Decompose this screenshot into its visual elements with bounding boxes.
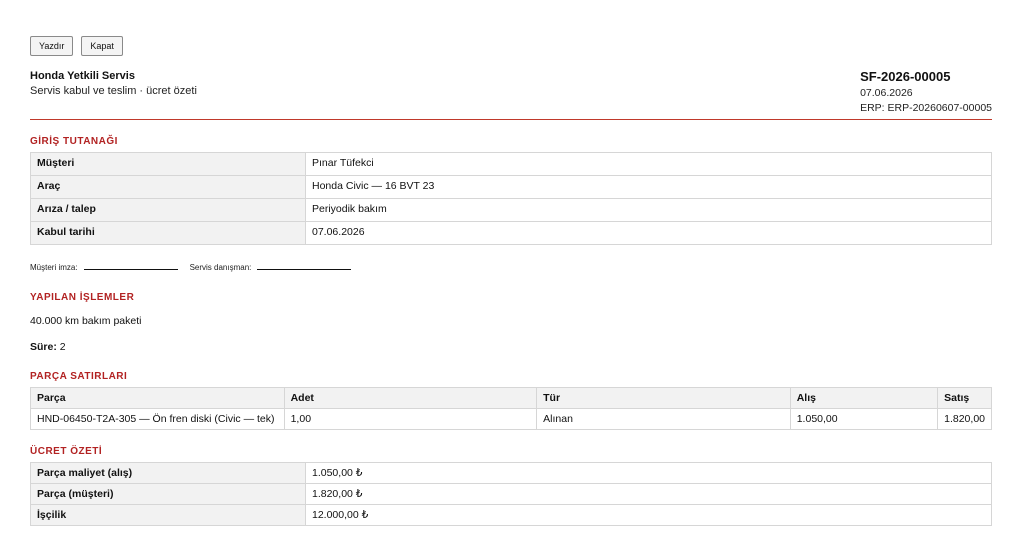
row-value: 12.000,00 ₺ [305, 504, 992, 526]
document-header: Honda Yetkili Servis Servis kabul ve tes… [30, 69, 992, 120]
table-cell: 1,00 [283, 408, 538, 430]
company-block: Honda Yetkili Servis Servis kabul ve tes… [30, 69, 197, 114]
row-label: Kabul tarihi [30, 221, 306, 245]
table-row: İşçilik 12.000,00 ₺ [30, 504, 992, 526]
company-name: Honda Yetkili Servis [30, 70, 135, 82]
column-header: Parça [30, 387, 285, 409]
intake-table: Müşteri Pınar Tüfekci Araç Honda Civic —… [30, 152, 992, 245]
table-row: HND-06450-T2A-305 — Ön fren diski (Civic… [30, 408, 992, 430]
table-row: Araç Honda Civic — 16 BVT 23 [30, 175, 992, 199]
customer-signature-line [83, 261, 178, 270]
summary-table: Parça maliyet (alış) 1.050,00 ₺ Parça (m… [30, 462, 992, 526]
row-label: Parça (müşteri) [30, 483, 306, 505]
action-bar: Yazdır Kapat [30, 36, 992, 56]
table-cell: 1.050,00 [789, 408, 939, 430]
column-header: Satış [937, 387, 992, 409]
parts-table: Parça Adet Tür Alış Satış HND-06450-T2A-… [30, 387, 992, 430]
section-title-summary: ÜCRET ÖZETİ [30, 446, 103, 457]
row-value: 07.06.2026 [305, 221, 992, 245]
customer-signature-label: Müşteri imza: [30, 263, 78, 272]
close-button[interactable]: Kapat [81, 36, 123, 56]
document-subtitle: Servis kabul ve teslim · ücret özeti [30, 85, 197, 97]
row-value: 1.820,00 ₺ [305, 483, 992, 505]
row-value: Honda Civic — 16 BVT 23 [305, 175, 992, 199]
document-meta: SF-2026-00005 07.06.2026 ERP: ERP-202606… [860, 69, 992, 114]
table-cell: Alınan [536, 408, 791, 430]
work-description: 40.000 km bakım paketi [30, 315, 142, 327]
column-header: Alış [789, 387, 939, 409]
erp-reference: ERP: ERP-20260607-00005 [860, 102, 992, 114]
advisor-signature-label: Servis danışman: [189, 263, 252, 272]
section-title-parts: PARÇA SATIRLARI [30, 371, 128, 382]
row-label: Parça maliyet (alış) [30, 462, 306, 484]
duration-value: 2 [59, 341, 66, 353]
work-duration: Süre: 2 [30, 341, 992, 353]
row-label: Müşteri [30, 152, 306, 176]
section-title-work: YAPILAN İŞLEMLER [30, 292, 135, 303]
print-button[interactable]: Yazdır [30, 36, 74, 56]
row-label: İşçilik [30, 504, 306, 526]
service-document: Yazdır Kapat Honda Yetkili Servis Servis… [0, 0, 1024, 526]
table-row: Kabul tarihi 07.06.2026 [30, 221, 992, 245]
signature-lines: Müşteri imza: Servis danışman: [30, 263, 992, 272]
advisor-signature-line [257, 261, 352, 270]
duration-label: Süre: [30, 341, 57, 353]
table-row: Parça maliyet (alış) 1.050,00 ₺ [30, 462, 992, 484]
table-row: Arıza / talep Periyodik bakım [30, 198, 992, 222]
table-cell: HND-06450-T2A-305 — Ön fren diski (Civic… [30, 408, 285, 430]
document-number: SF-2026-00005 [860, 69, 951, 84]
column-header: Adet [283, 387, 538, 409]
row-label: Araç [30, 175, 306, 199]
row-value: Pınar Tüfekci [305, 152, 992, 176]
document-date: 07.06.2026 [860, 87, 913, 99]
table-header-row: Parça Adet Tür Alış Satış [30, 387, 992, 409]
column-header: Tür [536, 387, 791, 409]
row-value: 1.050,00 ₺ [305, 462, 992, 484]
table-row: Parça (müşteri) 1.820,00 ₺ [30, 483, 992, 505]
table-row: Müşteri Pınar Tüfekci [30, 152, 992, 176]
row-value: Periyodik bakım [305, 198, 992, 222]
section-title-intake: GİRİŞ TUTANAĞI [30, 136, 118, 147]
table-cell: 1.820,00 [937, 408, 992, 430]
row-label: Arıza / talep [30, 198, 306, 222]
